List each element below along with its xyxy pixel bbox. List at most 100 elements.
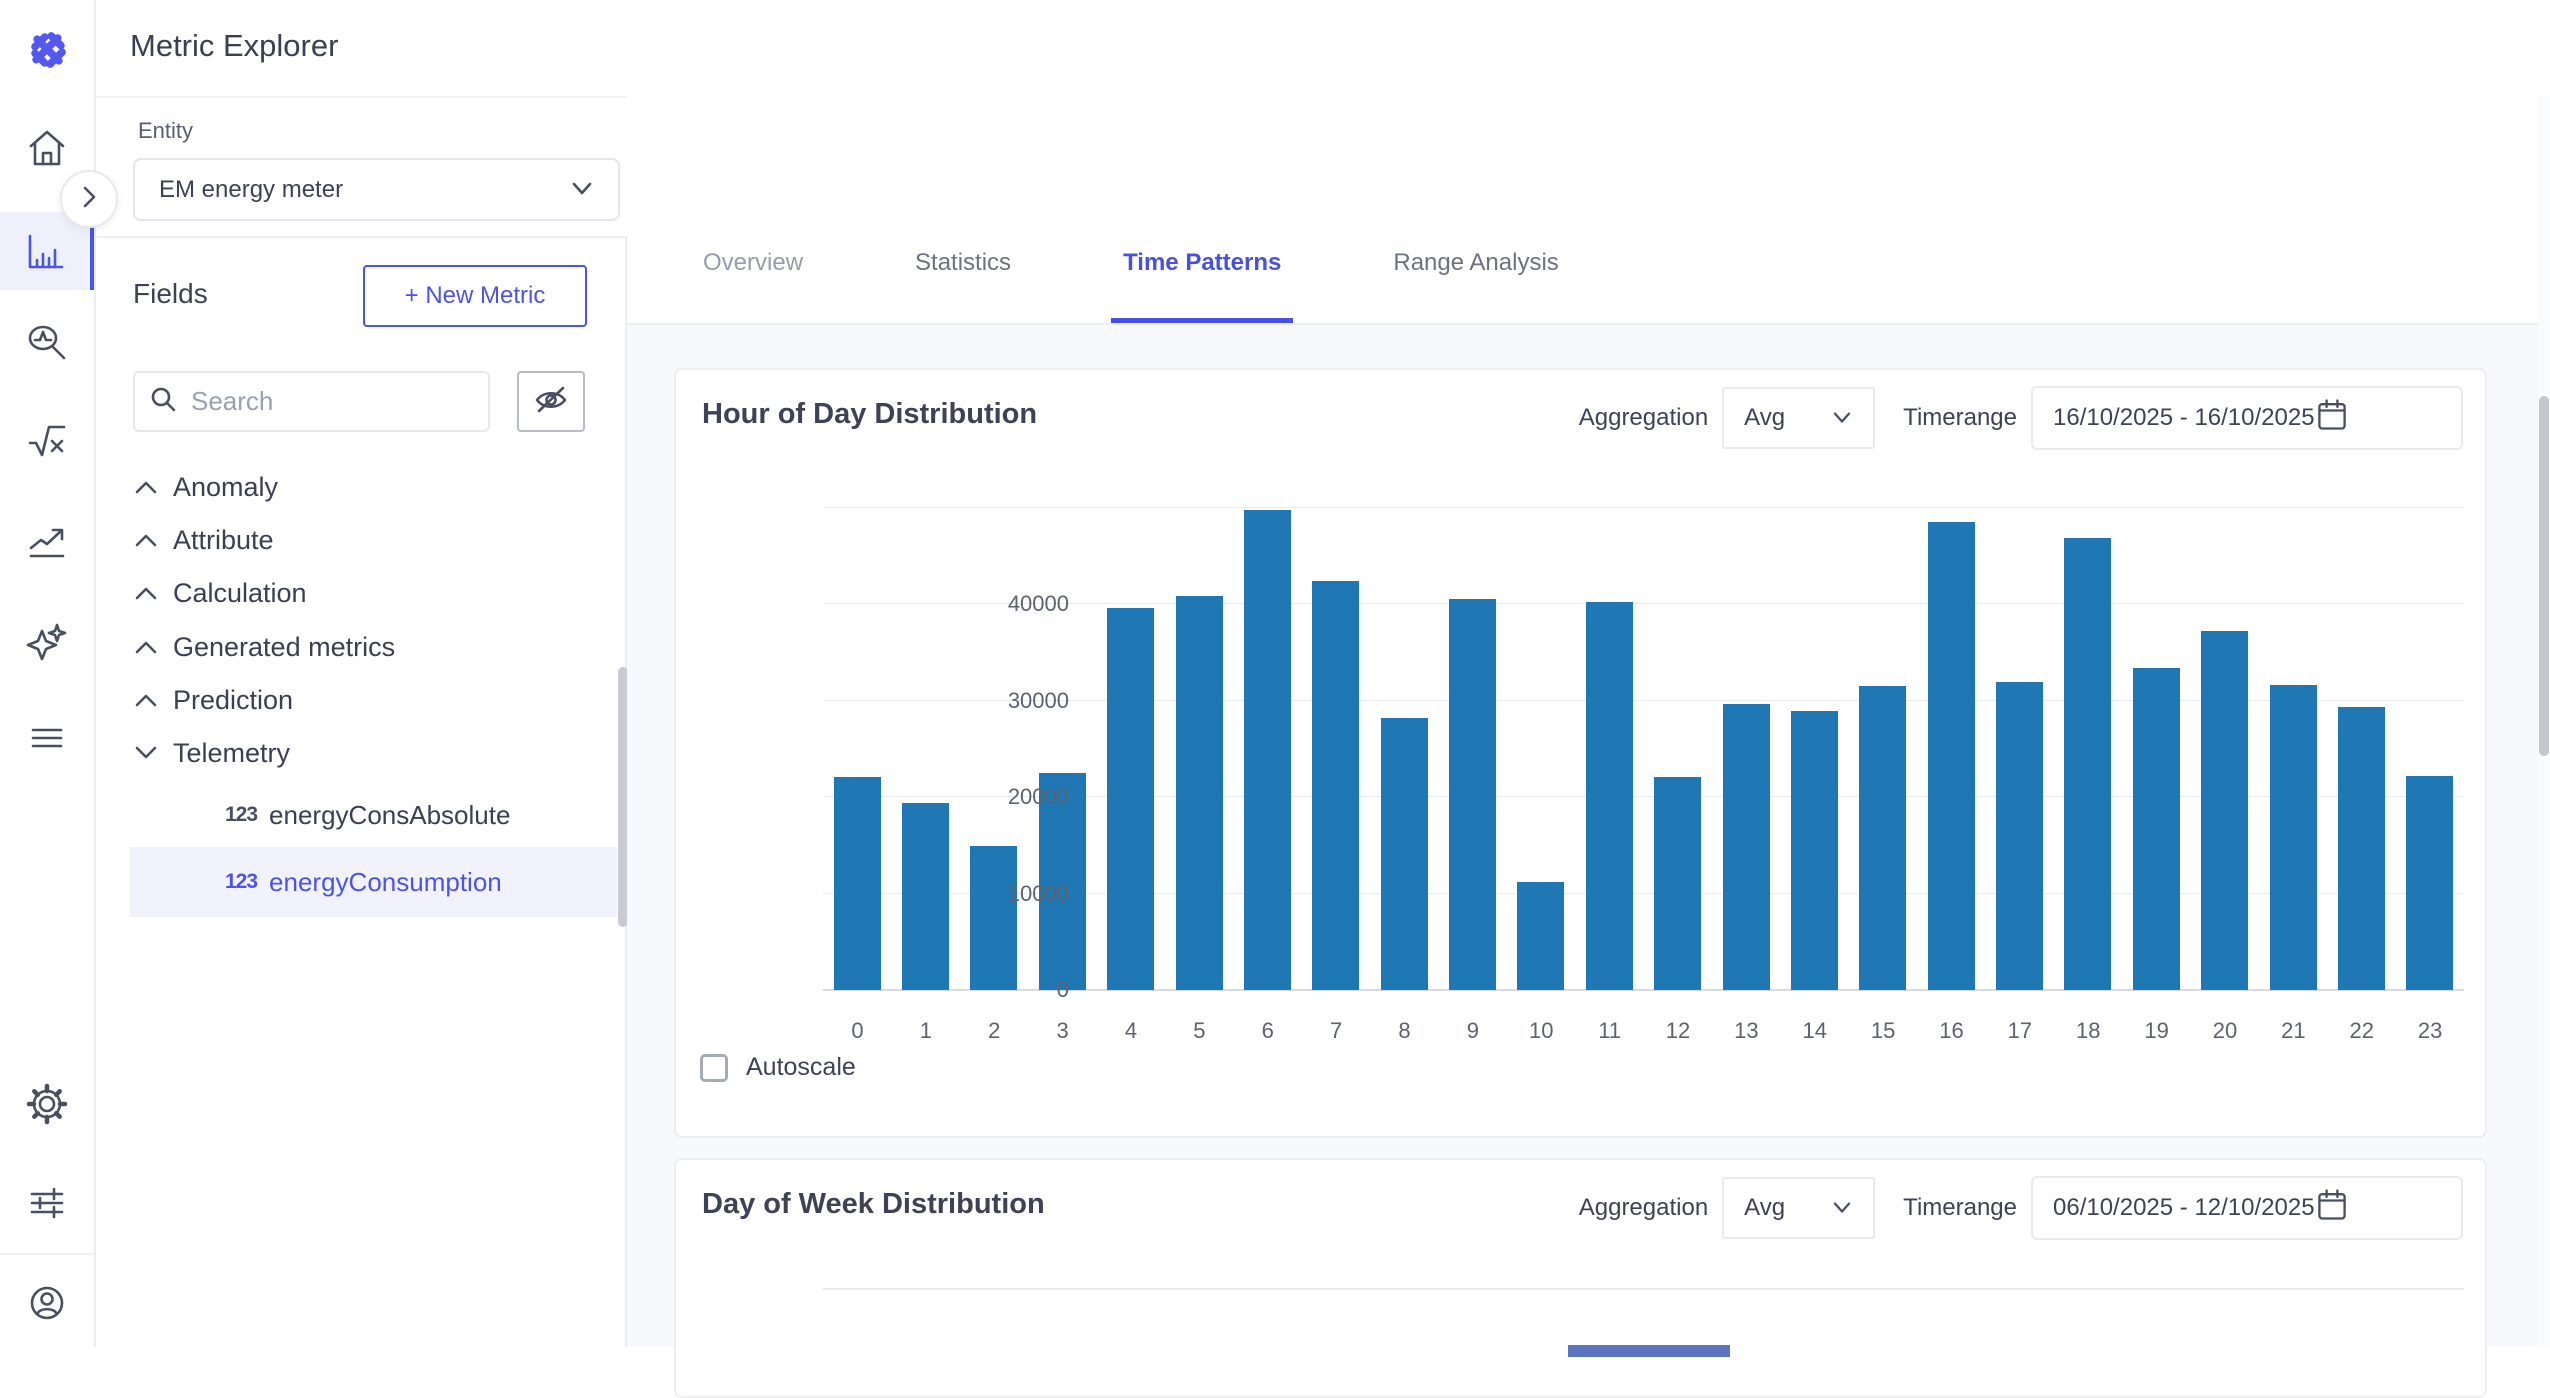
chevron-up-icon [133, 479, 159, 495]
chevron-down-icon [1831, 1194, 1853, 1222]
chevron-right-icon [76, 184, 102, 215]
sidebar-item-account[interactable] [0, 1264, 94, 1342]
sidebar-expand-button[interactable] [60, 170, 118, 228]
autoscale-control[interactable]: Autoscale [700, 1053, 856, 1082]
hour-timerange-input[interactable]: 16/10/2025 - 16/10/2025 [2031, 386, 2463, 450]
timerange-label: Timerange [1903, 404, 2017, 432]
field-category-calculation[interactable]: Calculation [96, 567, 616, 619]
number-field-icon: 123 [225, 870, 257, 894]
category-label: Anomaly [173, 472, 278, 503]
bar-hour-1 [902, 803, 949, 990]
category-label: Attribute [173, 525, 274, 556]
day-timerange-input[interactable]: 06/10/2025 - 12/10/2025 [2031, 1176, 2463, 1240]
x-tick-label: 13 [1712, 1018, 1781, 1044]
metric-label: energyConsumption [269, 867, 502, 898]
x-tick-label: 21 [2259, 1018, 2328, 1044]
day-aggregation-select[interactable]: Avg [1722, 1177, 1875, 1239]
sidebar-item-preferences[interactable] [0, 1164, 94, 1242]
search-icon [149, 385, 177, 418]
sidebar-item-trends[interactable] [0, 501, 94, 579]
y-tick-label: 40000 [1008, 591, 1069, 617]
x-tick-label: 19 [2122, 1018, 2191, 1044]
field-category-attribute[interactable]: Attribute [96, 514, 616, 566]
x-tick-label: 10 [1507, 1018, 1576, 1044]
eye-off-icon [531, 380, 571, 423]
x-tick-label: 20 [2191, 1018, 2260, 1044]
x-tick-label: 17 [1985, 1018, 2054, 1044]
aggregation-label: Aggregation [1579, 404, 1708, 432]
field-category-telemetry[interactable]: Telemetry [96, 727, 616, 779]
x-tick-label: 18 [2054, 1018, 2123, 1044]
field-item-energyConsAbsolute[interactable]: 123 energyConsAbsolute [130, 780, 617, 850]
page-scrollbar-thumb[interactable] [2539, 396, 2549, 756]
bar-hour-11 [1586, 602, 1633, 990]
day-timerange-value: 06/10/2025 - 12/10/2025 [2053, 1194, 2315, 1222]
y-tick-label: 10000 [1008, 881, 1069, 907]
sidebar-item-ai-insights[interactable] [0, 602, 94, 680]
calendar-icon [2315, 1187, 2349, 1230]
chevron-down-icon [570, 176, 594, 204]
category-label: Calculation [173, 578, 307, 609]
bar-hour-4 [1107, 608, 1154, 990]
x-tick-label: 9 [1438, 1018, 1507, 1044]
chevron-up-icon [133, 532, 159, 548]
entity-select[interactable]: EM energy meter [133, 158, 620, 221]
x-tick-label: 15 [1849, 1018, 1918, 1044]
tab-statistics[interactable]: Statistics [903, 235, 1023, 323]
bar-hour-14 [1791, 711, 1838, 990]
field-category-prediction[interactable]: Prediction [96, 674, 616, 726]
hide-fields-button[interactable] [517, 371, 585, 432]
gridline [823, 603, 2464, 604]
bar-hour-15 [1859, 686, 1906, 990]
tab-range-analysis[interactable]: Range Analysis [1381, 235, 1570, 323]
entity-value: EM energy meter [159, 176, 343, 204]
sidebar-item-functions[interactable] [0, 402, 94, 480]
search-input[interactable] [191, 386, 474, 417]
tab-time-patterns[interactable]: Time Patterns [1111, 235, 1293, 323]
tab-overview[interactable]: Overview [691, 235, 815, 323]
chevron-up-icon [133, 585, 159, 601]
bar-hour-17 [1996, 682, 2043, 990]
bar-hour-20 [2201, 631, 2248, 990]
x-tick-label: 23 [2396, 1018, 2465, 1044]
x-tick-label: 6 [1233, 1018, 1302, 1044]
tabs-bar: Overview Statistics Time Patterns Range … [627, 96, 2550, 325]
chevron-down-icon [133, 745, 159, 761]
bar-hour-12 [1654, 777, 1701, 990]
aggregation-label: Aggregation [1579, 1194, 1708, 1222]
page-title: Metric Explorer [130, 28, 338, 64]
bar-hour-6 [1244, 510, 1291, 990]
sidebar-item-anomaly-search[interactable] [0, 304, 94, 382]
entity-label: Entity [138, 118, 193, 144]
hour-of-day-card: Hour of Day Distribution Aggregation Avg… [674, 368, 2487, 1138]
bar-hour-8 [1381, 718, 1428, 990]
x-tick-label: 4 [1097, 1018, 1166, 1044]
x-tick-label: 3 [1028, 1018, 1097, 1044]
gridline [823, 507, 2464, 508]
new-metric-button[interactable]: + New Metric [363, 265, 587, 327]
metric-label: energyConsAbsolute [269, 800, 510, 831]
y-tick-label: 20000 [1008, 784, 1069, 810]
field-category-generated-metrics[interactable]: Generated metrics [96, 621, 616, 673]
x-tick-label: 7 [1302, 1018, 1371, 1044]
chevron-down-icon [1831, 404, 1853, 432]
field-category-anomaly[interactable]: Anomaly [96, 461, 616, 513]
hour-aggregation-select[interactable]: Avg [1722, 387, 1875, 449]
sidebar-item-list[interactable] [0, 699, 94, 777]
autoscale-checkbox[interactable] [700, 1054, 728, 1082]
page-scrollbar-track[interactable] [2538, 96, 2550, 1347]
field-item-energyConsumption[interactable]: 123 energyConsumption [130, 847, 617, 917]
field-search[interactable] [133, 371, 490, 432]
bar-hour-2 [970, 846, 1017, 990]
day-card-title: Day of Week Distribution [702, 1188, 1045, 1221]
bar-hour-16 [1928, 522, 1975, 991]
calendar-icon [2315, 397, 2349, 440]
x-tick-label: 16 [1917, 1018, 1986, 1044]
bar-hour-5 [1176, 596, 1223, 990]
bar-hour-10 [1517, 882, 1564, 990]
category-label: Telemetry [173, 738, 290, 769]
x-tick-label: 22 [2327, 1018, 2396, 1044]
x-tick-label: 5 [1165, 1018, 1234, 1044]
x-tick-label: 2 [960, 1018, 1029, 1044]
sidebar-item-settings[interactable] [0, 1065, 94, 1143]
